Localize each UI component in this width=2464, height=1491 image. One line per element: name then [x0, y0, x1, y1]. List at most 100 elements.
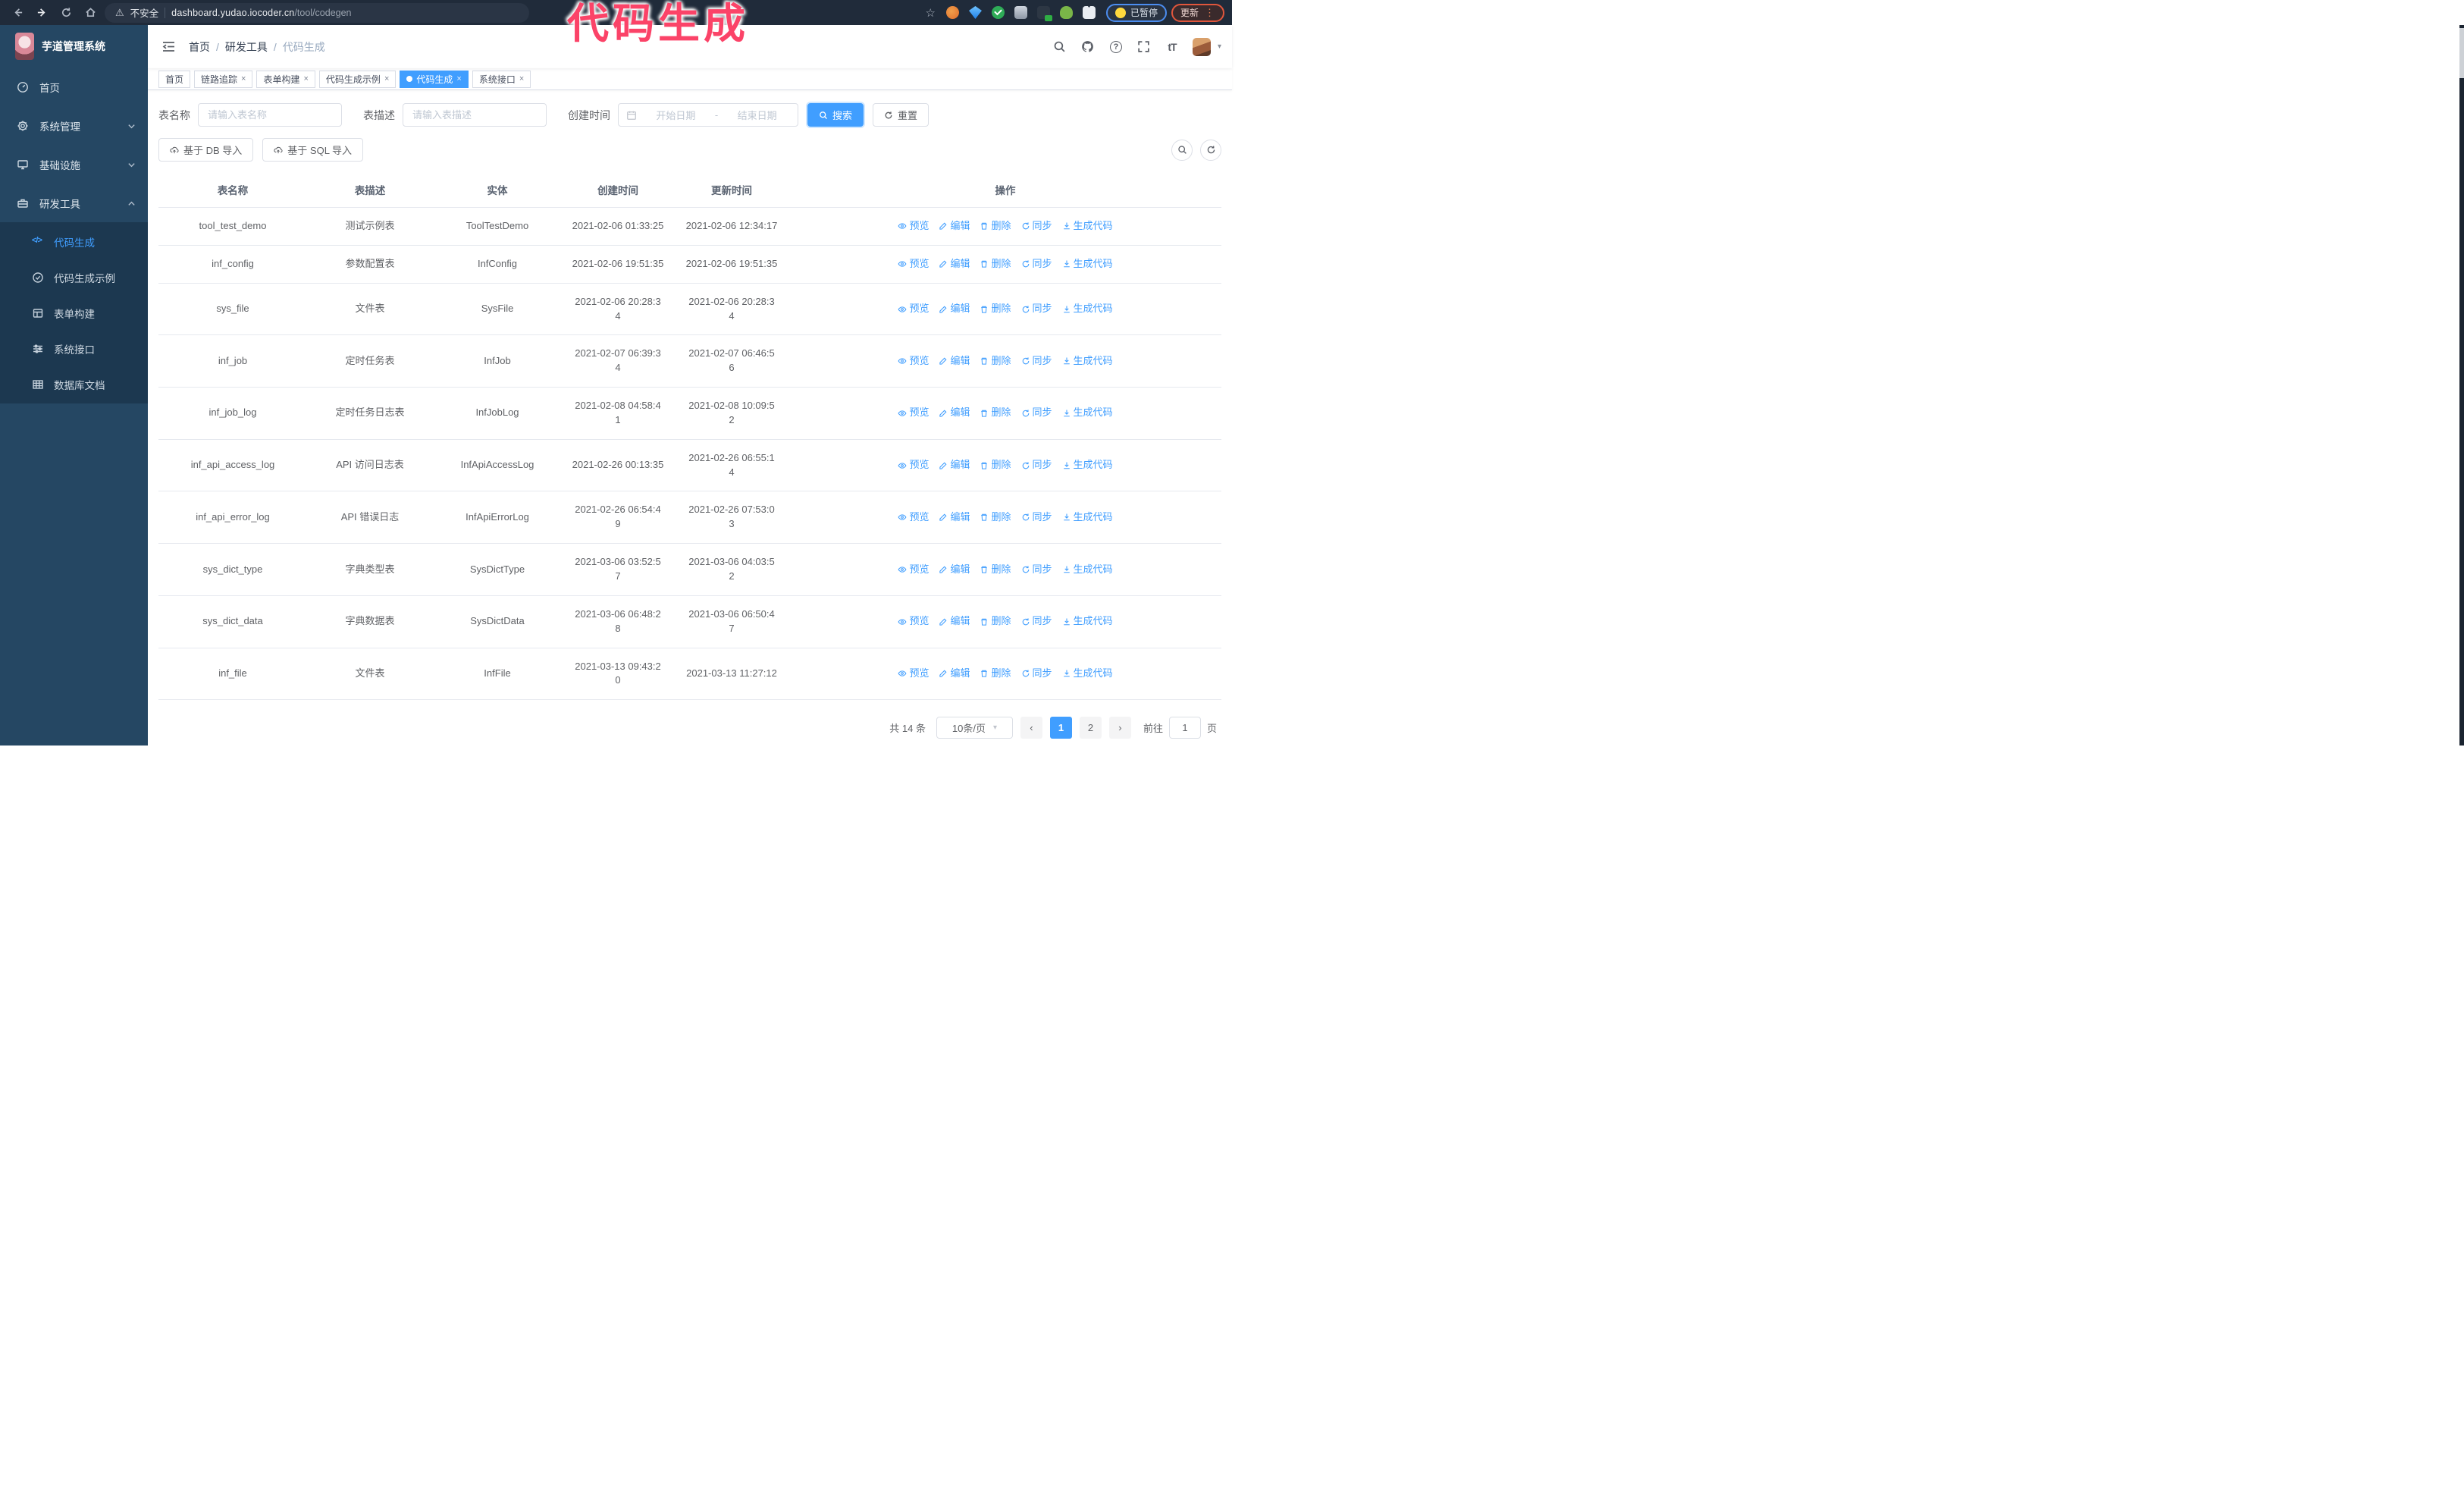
tab-form-builder[interactable]: 表单构建 × — [256, 70, 315, 88]
generate-code-action[interactable]: 生成代码 — [1062, 406, 1113, 420]
delete-action[interactable]: 删除 — [980, 257, 1011, 272]
start-date-placeholder[interactable]: 开始日期 — [643, 108, 709, 122]
browser-update-button[interactable]: 更新 ⋮ — [1171, 3, 1224, 22]
page-button-1[interactable]: 1 — [1049, 717, 1072, 739]
preview-action[interactable]: 预览 — [898, 406, 929, 420]
prev-page-button[interactable]: ‹ — [1020, 717, 1042, 739]
search-button[interactable]: 搜索 — [807, 103, 864, 127]
delete-action[interactable]: 删除 — [980, 667, 1011, 681]
sync-action[interactable]: 同步 — [1021, 219, 1052, 234]
sidebar-item-home[interactable]: 首页 — [0, 67, 148, 106]
delete-action[interactable]: 删除 — [980, 458, 1011, 472]
sync-action[interactable]: 同步 — [1021, 406, 1052, 420]
close-icon[interactable]: × — [456, 74, 461, 83]
sync-action[interactable]: 同步 — [1021, 302, 1052, 316]
edit-action[interactable]: 编辑 — [939, 667, 970, 681]
preview-action[interactable]: 预览 — [898, 354, 929, 369]
generate-code-action[interactable]: 生成代码 — [1062, 458, 1113, 472]
header-search-icon[interactable] — [1052, 39, 1067, 55]
tab-system-api[interactable]: 系统接口 × — [472, 70, 531, 88]
browser-home-icon[interactable] — [80, 3, 100, 23]
page-button-2[interactable]: 2 — [1079, 717, 1102, 739]
end-date-placeholder[interactable]: 结束日期 — [724, 108, 790, 122]
preview-action[interactable]: 预览 — [898, 667, 929, 681]
address-bar[interactable]: ⚠ 不安全 dashboard.yudao.iocoder.cn/tool/co… — [105, 2, 529, 23]
browser-back-icon[interactable] — [8, 3, 27, 23]
generate-code-action[interactable]: 生成代码 — [1062, 667, 1113, 681]
generate-code-action[interactable]: 生成代码 — [1062, 354, 1113, 369]
goto-page-input[interactable] — [1168, 717, 1201, 739]
tab-tracing[interactable]: 链路追踪 × — [194, 70, 253, 88]
import-db-button[interactable]: 基于 DB 导入 — [158, 138, 254, 162]
generate-code-action[interactable]: 生成代码 — [1062, 614, 1113, 629]
reset-button[interactable]: 重置 — [873, 103, 929, 127]
table-name-input[interactable] — [198, 103, 342, 127]
preview-action[interactable]: 预览 — [898, 563, 929, 577]
generate-code-action[interactable]: 生成代码 — [1062, 302, 1113, 316]
generate-code-action[interactable]: 生成代码 — [1062, 219, 1113, 234]
scrollbar-thumb[interactable] — [2459, 28, 2464, 78]
sync-action[interactable]: 同步 — [1021, 354, 1052, 369]
close-icon[interactable]: × — [384, 74, 389, 83]
sync-action[interactable]: 同步 — [1021, 458, 1052, 472]
sync-action[interactable]: 同步 — [1021, 667, 1052, 681]
tab-home[interactable]: 首页 — [158, 70, 191, 88]
font-size-icon[interactable]: tT — [1165, 39, 1180, 55]
delete-action[interactable]: 删除 — [980, 563, 1011, 577]
help-icon[interactable]: ? — [1108, 39, 1124, 55]
preview-action[interactable]: 预览 — [898, 458, 929, 472]
github-icon[interactable] — [1080, 39, 1096, 55]
extension-icon-orange[interactable] — [945, 6, 959, 19]
profile-paused-badge[interactable]: 已暂停 — [1105, 3, 1167, 22]
edit-action[interactable]: 编辑 — [939, 406, 970, 420]
generate-code-action[interactable]: 生成代码 — [1062, 510, 1113, 525]
edit-action[interactable]: 编辑 — [939, 219, 970, 234]
edit-action[interactable]: 编辑 — [939, 354, 970, 369]
fullscreen-icon[interactable] — [1136, 39, 1152, 55]
edit-action[interactable]: 编辑 — [939, 458, 970, 472]
extension-icon-grid[interactable] — [1014, 6, 1027, 19]
close-icon[interactable]: × — [519, 74, 524, 83]
extension-icon-on-badge[interactable] — [1036, 6, 1052, 21]
delete-action[interactable]: 删除 — [980, 510, 1011, 525]
user-avatar[interactable] — [1192, 37, 1211, 56]
edit-action[interactable]: 编辑 — [939, 510, 970, 525]
tab-codegen[interactable]: 代码生成 × — [400, 70, 469, 88]
edit-action[interactable]: 编辑 — [939, 614, 970, 629]
page-size-select[interactable]: 10条/页 ▾ — [936, 717, 1013, 739]
sidebar-item-system-api[interactable]: 系统接口 — [0, 331, 148, 366]
close-icon[interactable]: × — [303, 74, 308, 83]
generate-code-action[interactable]: 生成代码 — [1062, 257, 1113, 272]
generate-code-action[interactable]: 生成代码 — [1062, 563, 1113, 577]
bookmark-star-icon[interactable]: ☆ — [926, 6, 936, 20]
sync-action[interactable]: 同步 — [1021, 510, 1052, 525]
browser-forward-icon[interactable] — [32, 3, 52, 23]
tab-codegen-example[interactable]: 代码生成示例 × — [318, 70, 397, 88]
delete-action[interactable]: 删除 — [980, 219, 1011, 234]
browser-reload-icon[interactable] — [56, 3, 76, 23]
sidebar-item-db-docs[interactable]: 数据库文档 — [0, 366, 148, 402]
sync-action[interactable]: 同步 — [1021, 563, 1052, 577]
delete-action[interactable]: 删除 — [980, 354, 1011, 369]
sidebar-item-system[interactable]: 系统管理 — [0, 106, 148, 145]
sync-action[interactable]: 同步 — [1021, 614, 1052, 629]
edit-action[interactable]: 编辑 — [939, 257, 970, 272]
app-logo-area[interactable]: 芋道管理系统 — [0, 25, 148, 67]
edit-action[interactable]: 编辑 — [939, 563, 970, 577]
sidebar-toggle-icon[interactable] — [158, 37, 178, 57]
breadcrumb-home[interactable]: 首页 — [189, 39, 210, 55]
create-time-range-picker[interactable]: 开始日期 - 结束日期 — [618, 103, 798, 127]
extensions-puzzle-icon[interactable] — [1082, 6, 1096, 19]
toggle-search-icon[interactable] — [1171, 139, 1193, 161]
delete-action[interactable]: 删除 — [980, 406, 1011, 420]
sync-action[interactable]: 同步 — [1021, 257, 1052, 272]
preview-action[interactable]: 预览 — [898, 302, 929, 316]
sidebar-item-codegen[interactable]: </> 代码生成 — [0, 224, 148, 259]
preview-action[interactable]: 预览 — [898, 510, 929, 525]
preview-action[interactable]: 预览 — [898, 257, 929, 272]
extension-icon-green[interactable] — [1059, 6, 1073, 19]
sidebar-item-codegen-example[interactable]: 代码生成示例 — [0, 259, 148, 295]
extension-icon-check[interactable] — [991, 6, 1005, 19]
close-icon[interactable]: × — [241, 74, 246, 83]
edit-action[interactable]: 编辑 — [939, 302, 970, 316]
